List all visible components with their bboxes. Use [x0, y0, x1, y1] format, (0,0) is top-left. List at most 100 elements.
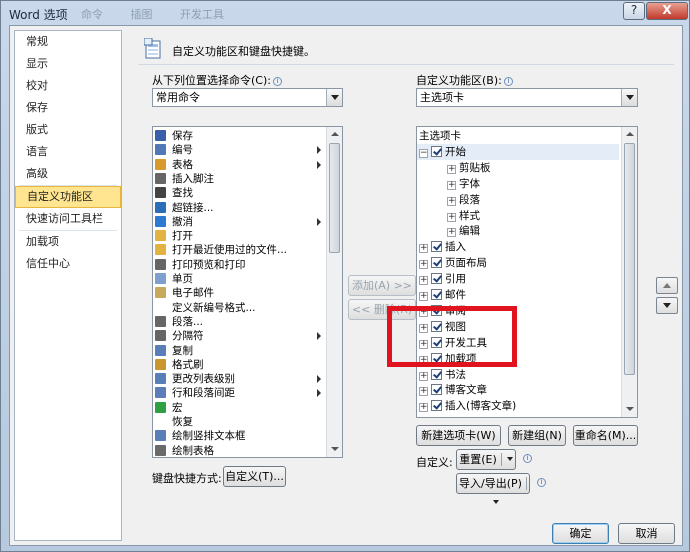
move-down-button[interactable] [656, 297, 678, 314]
ribbon-group-item[interactable]: + 段落 [447, 192, 480, 208]
ok-button[interactable]: 确定 [552, 523, 609, 544]
command-item[interactable]: 段落... [155, 315, 203, 329]
customize-ribbon-combo-value: 主选项卡 [420, 91, 464, 104]
nav-item[interactable]: 加载项 [15, 231, 121, 253]
command-item[interactable]: 超链接... [155, 201, 214, 215]
nav-item[interactable]: 高级 [15, 163, 121, 185]
ribbon-tree-scrollbar[interactable] [621, 127, 637, 417]
command-item[interactable]: 绘制竖排文本框 [155, 429, 246, 443]
ribbon-tab-item[interactable]: − 开始 [417, 143, 619, 160]
scroll-thumb[interactable] [329, 143, 340, 253]
expand-icon[interactable]: + [419, 276, 428, 286]
tab-checkbox[interactable] [431, 257, 442, 269]
tab-checkbox[interactable] [431, 400, 442, 412]
ribbon-tab-item[interactable]: + 插入 [419, 239, 466, 255]
command-item[interactable]: 定义新编号格式... [155, 301, 256, 315]
help-button[interactable]: ? [623, 2, 645, 20]
command-item[interactable]: 电子邮件 [155, 286, 214, 300]
tab-checkbox[interactable] [431, 384, 442, 396]
commands-list-scrollbar[interactable] [326, 127, 342, 457]
new-tab-button[interactable]: 新建选项卡(W) [416, 425, 501, 446]
choose-commands-combo[interactable]: 常用命令 [152, 88, 343, 107]
ribbon-tabs-tree[interactable]: 主选项卡 − 开始 + 剪贴板 + 字体 + 段落 + 样式 + 编辑 + 插入 + 页面布局 + 引用 + 邮件 + 审阅… [416, 126, 638, 418]
scroll-down-icon[interactable] [327, 442, 342, 457]
expand-icon[interactable]: + [419, 244, 428, 254]
command-item[interactable]: 撤消 [155, 215, 321, 229]
expand-icon[interactable]: + [447, 212, 456, 222]
nav-item[interactable]: 快速访问工具栏 [15, 208, 121, 230]
command-item[interactable]: 编号 [155, 143, 321, 157]
nav-item[interactable]: 语言 [15, 141, 121, 163]
info-icon: i [503, 77, 513, 86]
command-item[interactable]: 表格 [155, 158, 321, 172]
scroll-up-icon[interactable] [622, 127, 637, 142]
scroll-down-icon[interactable] [622, 402, 637, 417]
expand-icon[interactable]: + [419, 403, 428, 413]
collapse-icon[interactable]: − [419, 148, 428, 158]
move-up-button[interactable] [656, 277, 678, 294]
reset-button[interactable]: 重置(E) [456, 449, 516, 470]
tab-checkbox[interactable] [431, 145, 442, 157]
customize-keyboard-button[interactable]: 自定义(T)... [223, 466, 286, 487]
rename-button[interactable]: 重命名(M)... [573, 425, 638, 446]
new-group-button[interactable]: 新建组(N) [508, 425, 566, 446]
command-item[interactable]: 查找 [155, 186, 193, 200]
command-item[interactable]: 格式刷 [155, 358, 204, 372]
nav-item[interactable]: 显示 [15, 53, 121, 75]
nav-item[interactable]: 校对 [15, 75, 121, 97]
command-item[interactable]: 绘制表格 [155, 444, 214, 457]
ribbon-group-item[interactable]: + 样式 [447, 208, 480, 224]
command-item[interactable]: 打印预览和打印 [155, 258, 246, 272]
commands-list[interactable]: 保存 编号 表格 插入脚注 查找 超链接... 撤消 打开 打开最近使用过的文件... 打印预览和… [152, 126, 343, 458]
nav-item[interactable]: 自定义功能区 [15, 186, 121, 208]
ribbon-tab-item[interactable]: + 插入(博客文章) [419, 398, 516, 414]
expand-icon[interactable]: + [447, 180, 456, 190]
command-item[interactable]: 复制 [155, 344, 193, 358]
tab-checkbox[interactable] [431, 368, 442, 380]
command-item[interactable]: 恢复 [155, 415, 193, 429]
ribbon-group-item[interactable]: + 字体 [447, 176, 480, 192]
chevron-down-icon[interactable] [506, 457, 513, 461]
tab-checkbox[interactable] [431, 241, 442, 253]
expand-icon[interactable]: + [419, 260, 428, 270]
expand-icon[interactable]: + [447, 196, 456, 206]
ribbon-tab-item[interactable]: + 书法 [419, 367, 466, 383]
command-item[interactable]: 保存 [155, 129, 193, 143]
tab-checkbox[interactable] [431, 273, 442, 285]
add-button[interactable]: 添加(A) >> [348, 275, 416, 296]
command-item[interactable]: 单页 [155, 272, 193, 286]
command-item[interactable]: 宏 [155, 401, 183, 415]
command-item[interactable]: 分隔符 [155, 329, 321, 343]
ribbon-group-item[interactable]: + 剪贴板 [447, 160, 491, 176]
nav-item[interactable]: 版式 [15, 119, 121, 141]
tab-checkbox[interactable] [431, 289, 442, 300]
expand-icon[interactable]: + [419, 387, 428, 397]
chevron-down-icon[interactable] [326, 89, 342, 106]
expand-icon[interactable]: + [419, 371, 428, 381]
command-item[interactable]: 更改列表级别 [155, 372, 321, 386]
nav-item[interactable]: 保存 [15, 97, 121, 119]
command-item[interactable]: 插入脚注 [155, 172, 214, 186]
ribbon-tab-item[interactable]: + 页面布局 [419, 255, 487, 271]
ribbon-tab-item[interactable]: + 博客文章 [419, 382, 487, 398]
scroll-up-icon[interactable] [327, 127, 342, 142]
command-item[interactable]: 打开最近使用过的文件... [155, 243, 287, 257]
expand-icon[interactable]: + [447, 228, 456, 238]
ribbon-tab-item[interactable]: + 引用 [419, 271, 466, 287]
chevron-down-icon[interactable] [492, 500, 499, 504]
chevron-down-icon[interactable] [621, 89, 637, 106]
command-item[interactable]: 行和段落间距 [155, 386, 321, 400]
command-item[interactable]: 打开 [155, 229, 193, 243]
nav-item[interactable]: 信任中心 [15, 253, 121, 275]
scroll-thumb[interactable] [624, 143, 635, 375]
nav-item[interactable]: 常规 [15, 31, 121, 53]
ribbon-group-item[interactable]: + 编辑 [447, 223, 480, 239]
tree-header[interactable]: 主选项卡 [419, 128, 461, 144]
ribbon-tab-item[interactable]: + 邮件 [419, 287, 466, 303]
expand-icon[interactable]: + [419, 292, 428, 301]
expand-icon[interactable]: + [447, 164, 456, 174]
cancel-button[interactable]: 取消 [618, 523, 675, 544]
close-button[interactable]: X [646, 2, 688, 20]
customize-ribbon-combo[interactable]: 主选项卡 [416, 88, 638, 107]
import-export-button[interactable]: 导入/导出(P) [456, 473, 530, 504]
